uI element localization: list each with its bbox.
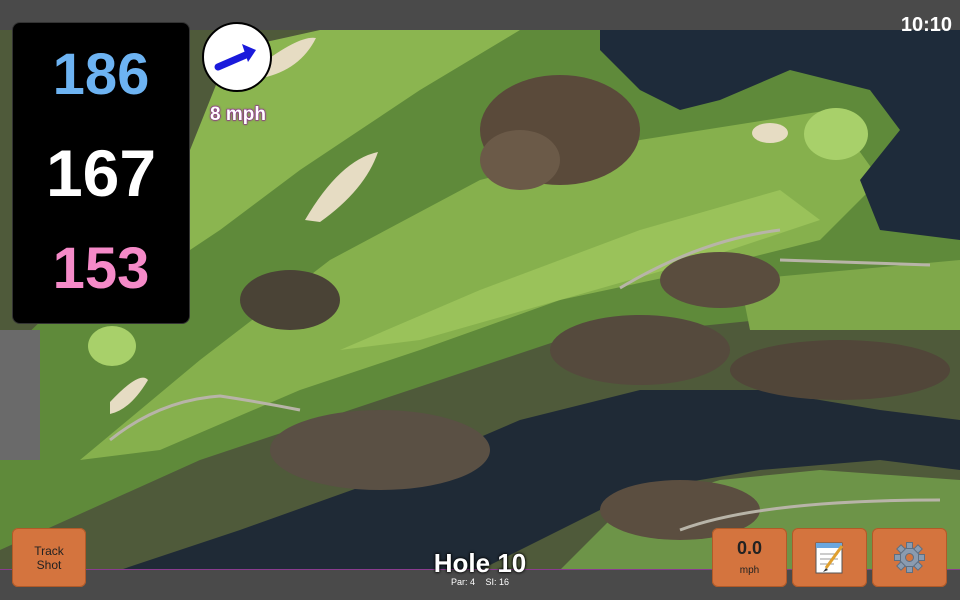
settings-button[interactable] (872, 528, 947, 587)
track-shot-button[interactable]: Track Shot (12, 528, 86, 587)
notepad-icon (815, 542, 844, 574)
clock: 10:10 (900, 14, 952, 36)
center-yardage: 167 (45, 136, 157, 210)
track-shot-label-line2: Shot (36, 557, 62, 572)
front-yardage: 153 (52, 236, 150, 301)
yardage-panel: 186 167 153 (12, 22, 190, 324)
track-shot-label-line1: Track (34, 543, 64, 558)
hole-info: Par: 4 SI: 16 (380, 577, 580, 587)
back-yardage: 186 (52, 42, 150, 107)
speed-value: 0.0 (736, 538, 763, 558)
wind-direction-indicator (202, 22, 272, 92)
wind-arrow-icon (214, 44, 256, 71)
wind-speed-label: 8 mph (210, 104, 267, 126)
gear-icon (894, 542, 925, 573)
speed-button[interactable]: 0.0 mph (712, 528, 787, 587)
par-label: Par: 4 (450, 577, 475, 587)
notes-button[interactable] (792, 528, 867, 587)
speed-unit: mph (739, 565, 760, 576)
stroke-index-label: SI: 16 (485, 577, 510, 587)
hole-title: Hole 10 (433, 548, 527, 578)
